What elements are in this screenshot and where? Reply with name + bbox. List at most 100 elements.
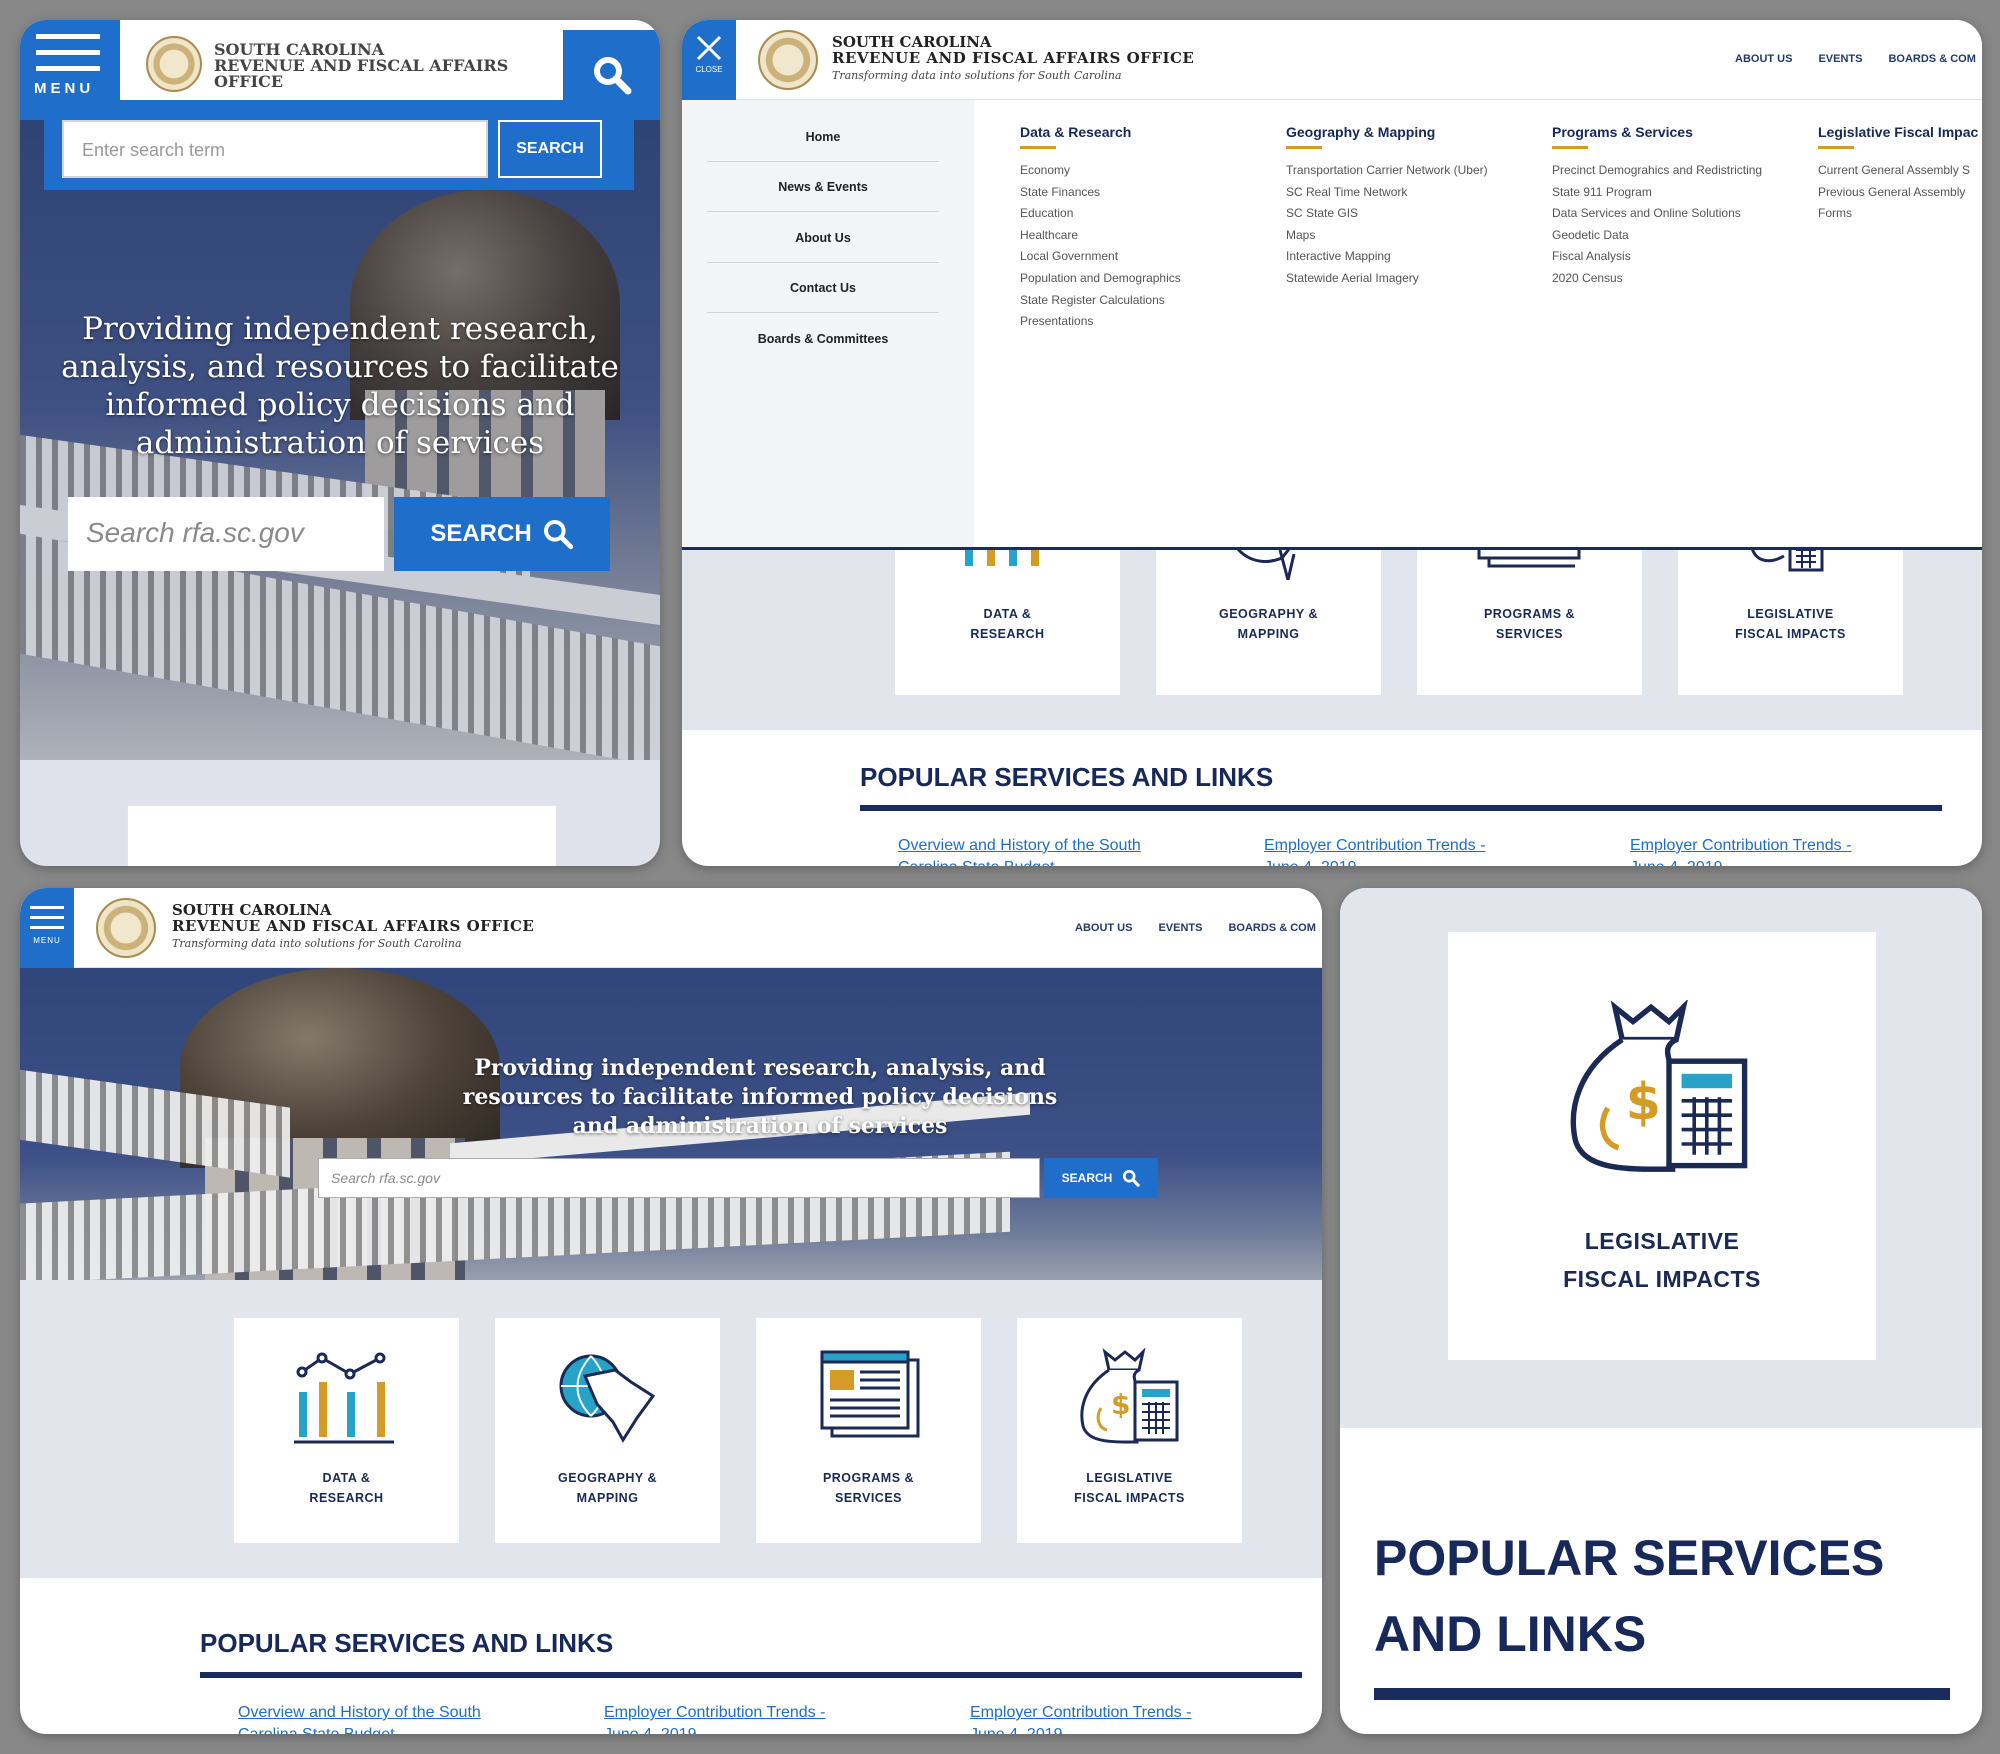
mega-link[interactable]: State Finances: [1020, 182, 1181, 204]
sidebar-item-news-events[interactable]: News & Events: [707, 180, 939, 212]
mega-link[interactable]: Data Services and Online Solutions: [1552, 203, 1762, 225]
mega-link[interactable]: Forms: [1818, 203, 1970, 225]
mega-list-legislative: Current General Assembly S Previous Gene…: [1818, 160, 1970, 225]
sidebar-item-contact-us[interactable]: Contact Us: [707, 281, 939, 313]
nav-about-us[interactable]: ABOUT US: [1735, 53, 1792, 65]
mobile-search-input[interactable]: Enter search term: [62, 120, 488, 178]
mega-link[interactable]: Maps: [1286, 225, 1488, 247]
site-name-line1: SOUTH CAROLINA: [832, 33, 992, 51]
link-line: June 4, 2019: [1630, 857, 1851, 866]
nav-boards[interactable]: BOARDS & COM: [1228, 922, 1315, 934]
card-label-line: FISCAL IMPACTS: [1074, 1491, 1185, 1505]
nav-events[interactable]: EVENTS: [1158, 922, 1202, 934]
mega-link[interactable]: 2020 Census: [1552, 268, 1762, 290]
popular-link[interactable]: Overview and History of the South Carolin…: [898, 835, 1141, 866]
card-geography-mapping[interactable]: GEOGRAPHY & MAPPING: [1156, 540, 1381, 695]
mega-link[interactable]: Population and Demographics: [1020, 268, 1181, 290]
money-bag-calculator-icon: $: [1080, 1348, 1179, 1444]
hero-search-input[interactable]: Search rfa.sc.gov: [68, 497, 384, 571]
nav-boards[interactable]: BOARDS & COM: [1888, 53, 1975, 65]
card-label-line: MAPPING: [1237, 627, 1300, 641]
card-label: DATA & RESEARCH: [234, 1468, 459, 1508]
popular-link[interactable]: Employer Contribution Trends - June 4, 20…: [1630, 835, 1851, 866]
mega-link[interactable]: Local Government: [1020, 246, 1181, 268]
mega-heading-geography-mapping[interactable]: Geography & Mapping: [1286, 124, 1435, 149]
mega-link[interactable]: Healthcare: [1020, 225, 1181, 247]
card-data-research[interactable]: DATA & RESEARCH: [895, 540, 1120, 695]
nav-about-us[interactable]: ABOUT US: [1075, 922, 1132, 934]
mobile-search-view: MENU SOUTH CAROLINA REVENUE AND FISCAL A…: [20, 20, 660, 866]
hero-line: resources to facilitate informed policy …: [462, 1084, 1058, 1110]
card-label: LEGISLATIVE FISCAL IMPACTS: [1678, 604, 1903, 644]
card-label-line: MAPPING: [576, 1491, 639, 1505]
link-line: Overview and History of the South: [898, 837, 1141, 854]
popular-link[interactable]: Overview and History of the South Carolin…: [238, 1702, 481, 1734]
card-label-line: RESEARCH: [309, 1491, 384, 1505]
popular-link[interactable]: Employer Contribution Trends - June 4, 20…: [1264, 835, 1485, 866]
card-legislative-fiscal-impacts[interactable]: $ LEGISLATIVE FISCAL IMPACTS: [1448, 932, 1876, 1360]
card-label-line: FISCAL IMPACTS: [1563, 1266, 1761, 1292]
card-programs-services[interactable]: PROGRAMS & SERVICES: [1417, 540, 1642, 695]
card-label-line: LEGISLATIVE: [1086, 1471, 1173, 1485]
card-geography-mapping[interactable]: GEOGRAPHY & MAPPING: [495, 1318, 720, 1543]
nav-events[interactable]: EVENTS: [1818, 53, 1862, 65]
card-legislative-fiscal-impacts[interactable]: $ LEGISLATIVE FISCAL IMPACTS: [1017, 1318, 1242, 1543]
hamburger-icon: [30, 906, 64, 929]
hero-tagline: Providing independent research, analysis…: [40, 310, 640, 462]
svg-text:$: $: [1626, 1072, 1662, 1131]
mega-heading-legislative[interactable]: Legislative Fiscal Impac: [1818, 124, 1978, 149]
hero-search-button[interactable]: SEARCH: [394, 497, 610, 571]
search-icon: [1123, 1169, 1141, 1187]
mega-link[interactable]: Geodetic Data: [1552, 225, 1762, 247]
card-label-line: SERVICES: [1496, 627, 1563, 641]
hero-search-button[interactable]: SEARCH: [1044, 1158, 1158, 1198]
mega-link[interactable]: Economy: [1020, 160, 1181, 182]
close-icon: [696, 35, 722, 61]
documents-icon: [820, 1350, 920, 1438]
mega-link[interactable]: SC Real Time Network: [1286, 182, 1488, 204]
menu-label: MENU: [34, 80, 95, 97]
sidebar-item-home[interactable]: Home: [707, 130, 939, 162]
popular-heading-line: POPULAR SERVICES: [1374, 1530, 1885, 1586]
mobile-search-button[interactable]: SEARCH: [498, 120, 602, 178]
mega-link[interactable]: Education: [1020, 203, 1181, 225]
mega-list-data-research: Economy State Finances Education Healthc…: [1020, 160, 1181, 333]
link-line: June 4, 2019: [970, 1724, 1191, 1734]
card-legislative-fiscal-impacts[interactable]: LEGISLATIVE FISCAL IMPACTS: [1678, 540, 1903, 695]
popular-heading-line: AND LINKS: [1374, 1606, 1647, 1662]
top-nav: ABOUT US EVENTS BOARDS & COM: [1075, 922, 1322, 934]
hero-search-input[interactable]: Search rfa.sc.gov: [318, 1158, 1040, 1198]
search-icon: [594, 57, 632, 95]
mega-link[interactable]: Previous General Assembly: [1818, 182, 1970, 204]
mega-link[interactable]: Statewide Aerial Imagery: [1286, 268, 1488, 290]
card-label-line: SERVICES: [835, 1491, 902, 1505]
mega-heading-data-research[interactable]: Data & Research: [1020, 124, 1131, 149]
desktop-mega-menu-view: DATA & RESEARCH GEOGRAPHY & MAPPING PROGRA…: [682, 20, 1982, 866]
card-programs-services[interactable]: PROGRAMS & SERVICES: [756, 1318, 981, 1543]
mega-link[interactable]: SC State GIS: [1286, 203, 1488, 225]
mega-link[interactable]: Presentations: [1020, 311, 1181, 333]
mega-link[interactable]: Fiscal Analysis: [1552, 246, 1762, 268]
mega-heading-programs-services[interactable]: Programs & Services: [1552, 124, 1693, 149]
sidebar-item-about-us[interactable]: About Us: [707, 231, 939, 263]
mega-link[interactable]: Transportation Carrier Network (Uber): [1286, 160, 1488, 182]
mega-link[interactable]: State 911 Program: [1552, 182, 1762, 204]
mega-list-geography-mapping: Transportation Carrier Network (Uber) SC…: [1286, 160, 1488, 290]
mega-link[interactable]: Precinct Demograhics and Redistricting: [1552, 160, 1762, 182]
hero-line: Providing independent research, analysis…: [474, 1055, 1046, 1081]
card-data-research[interactable]: DATA & RESEARCH: [234, 1318, 459, 1543]
mega-link[interactable]: Interactive Mapping: [1286, 246, 1488, 268]
site-name-line2: REVENUE AND FISCAL AFFAIRS OFFICE: [832, 49, 1195, 67]
close-menu-button[interactable]: CLOSE: [682, 20, 736, 100]
card-label-line: DATA &: [983, 607, 1032, 621]
rfa-seal-logo: [96, 898, 156, 958]
link-line: Overview and History of the South: [238, 1704, 481, 1721]
popular-link[interactable]: Employer Contribution Trends - June 4, 20…: [604, 1702, 825, 1734]
menu-button[interactable]: MENU: [20, 888, 74, 968]
popular-link[interactable]: Employer Contribution Trends - June 4, 20…: [970, 1702, 1191, 1734]
site-tagline: Transforming data into solutions for Sou…: [832, 69, 1122, 82]
mega-link[interactable]: State Register Calculations: [1020, 290, 1181, 312]
mega-link[interactable]: Current General Assembly S: [1818, 160, 1970, 182]
link-line: Employer Contribution Trends -: [1264, 837, 1486, 854]
sidebar-item-boards-committees[interactable]: Boards & Committees: [707, 332, 939, 363]
